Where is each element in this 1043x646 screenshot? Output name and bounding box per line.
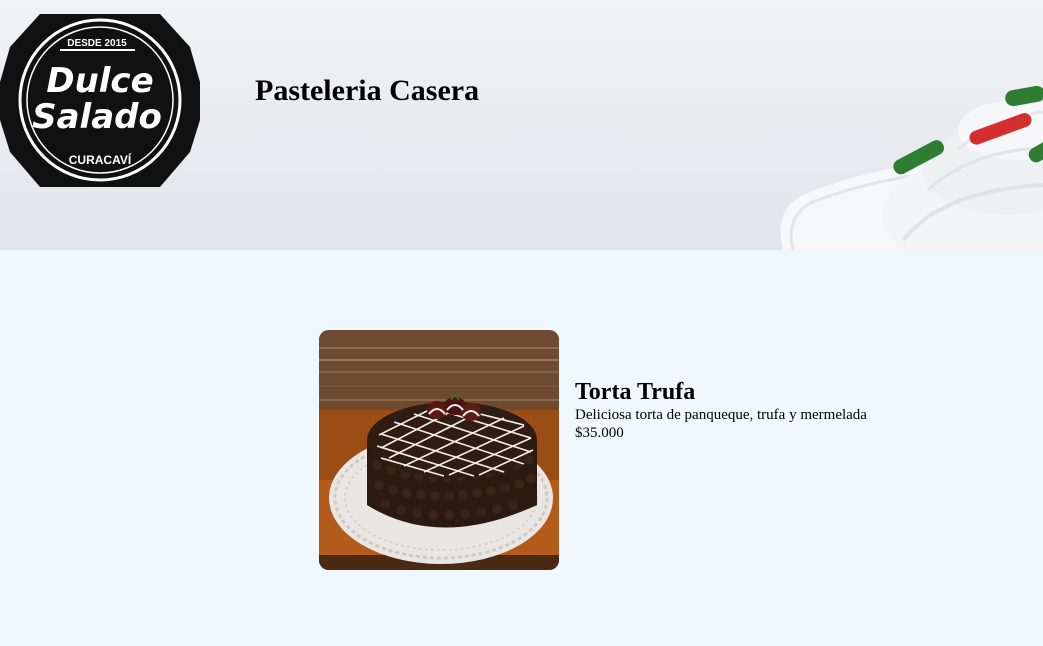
logo-location-text: CURACAVÍ: [69, 152, 132, 167]
product-name[interactable]: Torta Trufa: [575, 378, 867, 406]
logo-since-text: DESDE 2015: [67, 38, 127, 49]
product-card[interactable]: Torta Trufa Deliciosa torta de panqueque…: [319, 330, 867, 570]
page-title: Pasteleria Casera: [255, 74, 480, 107]
main-content: Torta Trufa Deliciosa torta de panqueque…: [0, 250, 1043, 646]
dulce-salado-logo: DESDE 2015 Dulce Salado CURACAVÍ: [0, 14, 200, 187]
product-description: Deliciosa torta de panqueque, trufa y me…: [575, 407, 867, 423]
logo-dulce-text: Dulce: [46, 61, 153, 101]
torta-trufa-image[interactable]: [319, 330, 559, 570]
logo-salado-text: Salado: [32, 97, 162, 137]
product-price: $35.000: [575, 425, 624, 441]
site-header: DESDE 2015 Dulce Salado CURACAVÍ Pastele…: [0, 0, 1043, 250]
product-info: Torta Trufa Deliciosa torta de panqueque…: [575, 378, 867, 442]
cupcake-background-image: [780, 85, 1043, 250]
